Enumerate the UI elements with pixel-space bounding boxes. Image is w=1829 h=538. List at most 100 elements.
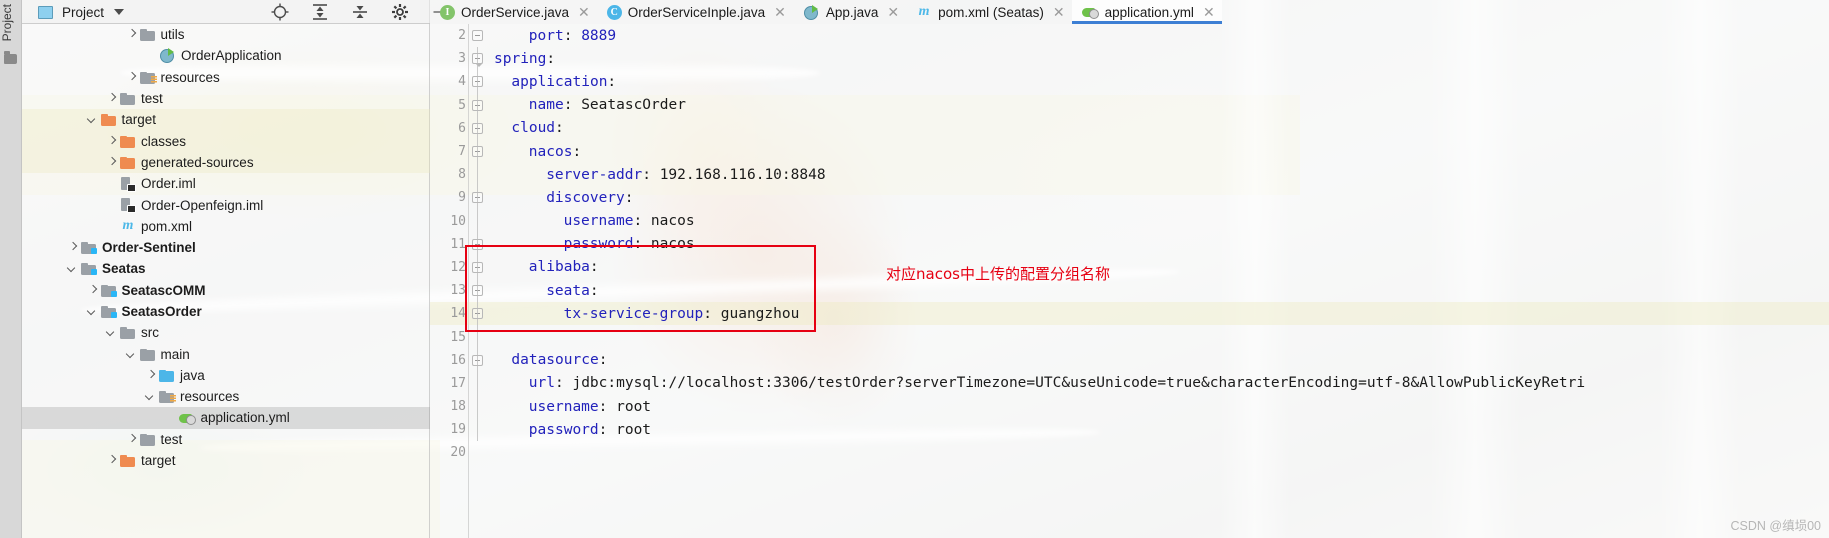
code-line[interactable]: 8 server-addr: 192.168.116.10:8848	[430, 163, 1829, 187]
code-line[interactable]: 20	[430, 441, 1829, 464]
tree-item-order-openfeign-iml[interactable]: Order-Openfeign.iml	[22, 194, 430, 215]
code-line[interactable]: 11 password: nacos	[430, 232, 1829, 256]
tree-item-seatas[interactable]: Seatas	[22, 258, 430, 279]
chevron-right-icon[interactable]	[87, 285, 98, 296]
code-line[interactable]: 13 seata:	[430, 279, 1829, 303]
code-line[interactable]: 17 url: jdbc:mysql://localhost:3306/testO…	[430, 371, 1829, 395]
code-line[interactable]: 3 spring:	[430, 47, 1829, 71]
tree-item-test[interactable]: test	[22, 429, 430, 450]
chevron-down-icon[interactable]	[126, 349, 137, 360]
code-line[interactable]: 5 name: SeatascOrder	[430, 93, 1829, 117]
tree-item-pom-xml[interactable]: m pom.xml	[22, 216, 430, 237]
editor-tab-app-java[interactable]: App.java ✕	[792, 0, 907, 24]
tree-item-order-iml[interactable]: Order.iml	[22, 173, 430, 194]
editor-tab-bar[interactable]: I OrderService.java ✕ C OrderServiceInple.ja…	[430, 0, 1829, 24]
chevron-right-icon[interactable]	[126, 29, 137, 40]
code-text: nacos:	[488, 144, 581, 160]
code-line[interactable]: 2 port: 8889	[430, 24, 1829, 47]
tree-item-main[interactable]: main	[22, 343, 430, 364]
code-area[interactable]: 2 port: 8889 3 spring: 4 application: 5 name: S…	[430, 24, 1829, 465]
tree-item-classes[interactable]: classes	[22, 130, 430, 152]
tree-item-generated-sources[interactable]: generated-sources	[22, 151, 430, 174]
editor-tab-application-yml[interactable]: application.yml ✕	[1071, 0, 1222, 24]
tree-item-java[interactable]: java	[22, 365, 430, 386]
code-text: discovery:	[488, 190, 633, 206]
close-icon[interactable]: ✕	[774, 5, 786, 19]
editor-tab-pom-xml-seatas-[interactable]: m pom.xml (Seatas) ✕	[906, 0, 1072, 24]
fold-gutter[interactable]	[466, 186, 488, 210]
fold-gutter[interactable]	[466, 325, 488, 349]
fold-gutter[interactable]	[466, 302, 488, 326]
code-line[interactable]: 4 application:	[430, 70, 1829, 94]
code-line[interactable]: 15	[430, 325, 1829, 349]
close-icon[interactable]: ✕	[887, 5, 899, 19]
tree-item-application-yml[interactable]: application.yml	[22, 407, 430, 429]
tree-item-seatascomm[interactable]: SeatascOMM	[22, 280, 430, 301]
close-icon[interactable]: ✕	[578, 5, 590, 19]
locate-icon[interactable]	[270, 2, 290, 22]
chevron-right-icon[interactable]	[126, 72, 137, 83]
fold-gutter[interactable]	[466, 139, 488, 164]
chevron-down-icon[interactable]	[145, 391, 156, 402]
fold-gutter[interactable]	[466, 163, 488, 187]
chevron-right-icon[interactable]	[106, 157, 117, 168]
fold-gutter[interactable]	[466, 371, 488, 395]
chevron-down-icon[interactable]	[87, 114, 98, 125]
code-line[interactable]: 16 datasource:	[430, 348, 1829, 372]
tree-item-test[interactable]: test	[22, 88, 430, 109]
fold-gutter[interactable]	[466, 209, 488, 233]
tool-window-label-project[interactable]: Project	[0, 4, 22, 47]
fold-gutter[interactable]	[466, 70, 488, 94]
code-line[interactable]: 6 cloud:	[430, 116, 1829, 140]
maven-icon: m	[918, 4, 930, 19]
chevron-right-icon[interactable]	[145, 370, 156, 381]
fold-gutter[interactable]	[466, 255, 488, 280]
fold-gutter[interactable]	[466, 47, 488, 71]
tree-item-utils[interactable]: utils	[22, 24, 430, 45]
project-tree[interactable]: utils OrderApplication resources test target…	[22, 24, 430, 538]
code-line[interactable]: 18 username: root	[430, 395, 1829, 419]
chevron-right-icon[interactable]	[106, 93, 117, 104]
fold-gutter[interactable]	[466, 24, 488, 47]
gear-icon[interactable]	[390, 2, 410, 22]
code-line[interactable]: 19 password: root	[430, 418, 1829, 442]
code-line[interactable]: 9 discovery:	[430, 186, 1829, 210]
code-line[interactable]: 14 tx-service-group: guangzhou	[430, 302, 1829, 326]
fold-gutter[interactable]	[466, 93, 488, 117]
tree-item-order-sentinel[interactable]: Order-Sentinel	[22, 237, 430, 258]
chevron-right-icon[interactable]	[126, 434, 137, 445]
chevron-right-icon[interactable]	[67, 242, 78, 253]
editor-tab-orderserviceinple-java[interactable]: C OrderServiceInple.java ✕	[596, 0, 793, 24]
expand-all-icon[interactable]	[310, 2, 330, 22]
close-icon[interactable]: ✕	[1203, 5, 1215, 19]
tree-item-target[interactable]: target	[22, 450, 430, 471]
fold-gutter[interactable]	[466, 441, 488, 464]
tool-window-strip[interactable]: Project	[0, 0, 22, 538]
code-line[interactable]: 10 username: nacos	[430, 209, 1829, 233]
fold-toggle-icon[interactable]	[472, 30, 483, 41]
code-editor[interactable]: 2 port: 8889 3 spring: 4 application: 5 name: S…	[430, 24, 1829, 538]
fold-gutter[interactable]	[466, 418, 488, 442]
tree-item-src[interactable]: src	[22, 322, 430, 343]
fold-gutter[interactable]	[466, 232, 488, 256]
tree-item-seatasorder[interactable]: SeatasOrder	[22, 301, 430, 322]
chevron-right-icon[interactable]	[106, 455, 117, 466]
fold-gutter[interactable]	[466, 395, 488, 419]
fold-gutter[interactable]	[466, 348, 488, 372]
tree-item-target[interactable]: target	[22, 109, 430, 131]
collapse-all-icon[interactable]	[350, 2, 370, 22]
fold-gutter[interactable]	[466, 279, 488, 303]
chevron-down-icon[interactable]	[67, 263, 78, 274]
tree-item-resources[interactable]: resources	[22, 386, 430, 407]
chevron-down-icon[interactable]	[106, 327, 117, 338]
chevron-down-icon[interactable]	[87, 306, 98, 317]
close-icon[interactable]: ✕	[1053, 5, 1065, 19]
chevron-down-icon[interactable]	[114, 9, 125, 15]
fold-gutter[interactable]	[466, 116, 488, 140]
code-line[interactable]: 12 alibaba:	[430, 255, 1829, 280]
editor-tab-orderservice-java[interactable]: I OrderService.java ✕	[430, 0, 597, 24]
code-line[interactable]: 7 nacos:	[430, 139, 1829, 164]
tree-item-orderapplication[interactable]: OrderApplication	[22, 45, 430, 66]
chevron-right-icon[interactable]	[106, 136, 117, 147]
tree-item-resources[interactable]: resources	[22, 67, 430, 88]
